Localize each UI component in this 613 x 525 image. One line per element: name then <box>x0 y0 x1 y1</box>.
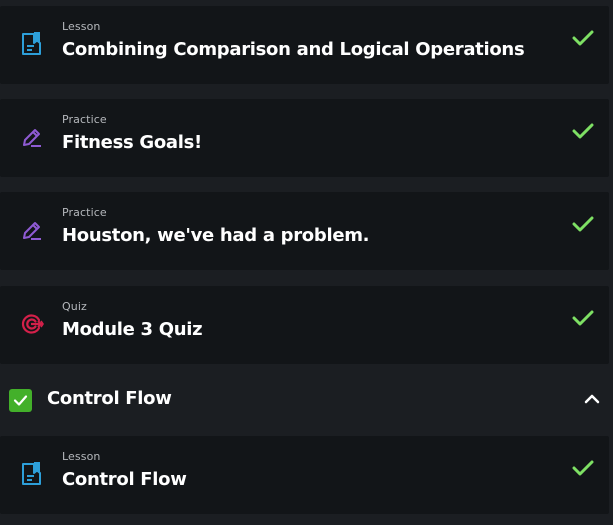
item-type-label: Lesson <box>62 450 101 463</box>
quiz-target-icon <box>20 311 44 337</box>
quiz-item[interactable]: Quiz Module 3 Quiz <box>0 286 609 364</box>
item-title: Houston, we've had a problem. <box>62 225 370 246</box>
item-type-label: Practice <box>62 206 107 219</box>
item-title: Fitness Goals! <box>62 132 202 153</box>
item-type-label: Practice <box>62 113 107 126</box>
completed-check-icon <box>572 309 594 327</box>
item-type-label: Quiz <box>62 300 87 313</box>
item-title: Control Flow <box>62 469 187 490</box>
practice-pencil-icon <box>20 217 44 243</box>
item-title: Combining Comparison and Logical Operati… <box>62 39 525 60</box>
practice-pencil-icon <box>20 124 44 150</box>
lesson-item[interactable]: Lesson Control Flow <box>0 436 609 514</box>
section-title: Control Flow <box>47 388 172 409</box>
lesson-item[interactable]: Lesson Combining Comparison and Logical … <box>0 6 609 84</box>
item-title: Module 3 Quiz <box>62 319 203 340</box>
lesson-document-icon <box>20 31 44 57</box>
section-header-control-flow[interactable]: Control Flow <box>0 369 613 429</box>
completed-check-icon <box>572 122 594 140</box>
practice-item[interactable]: Practice Fitness Goals! <box>0 99 609 177</box>
completed-check-icon <box>572 215 594 233</box>
practice-item[interactable]: Practice Houston, we've had a problem. <box>0 192 609 270</box>
lesson-document-icon <box>20 461 44 487</box>
item-type-label: Lesson <box>62 20 101 33</box>
section-checkbox[interactable] <box>9 389 32 412</box>
completed-check-icon <box>572 459 594 477</box>
completed-check-icon <box>572 29 594 47</box>
chevron-up-icon[interactable] <box>582 391 602 407</box>
